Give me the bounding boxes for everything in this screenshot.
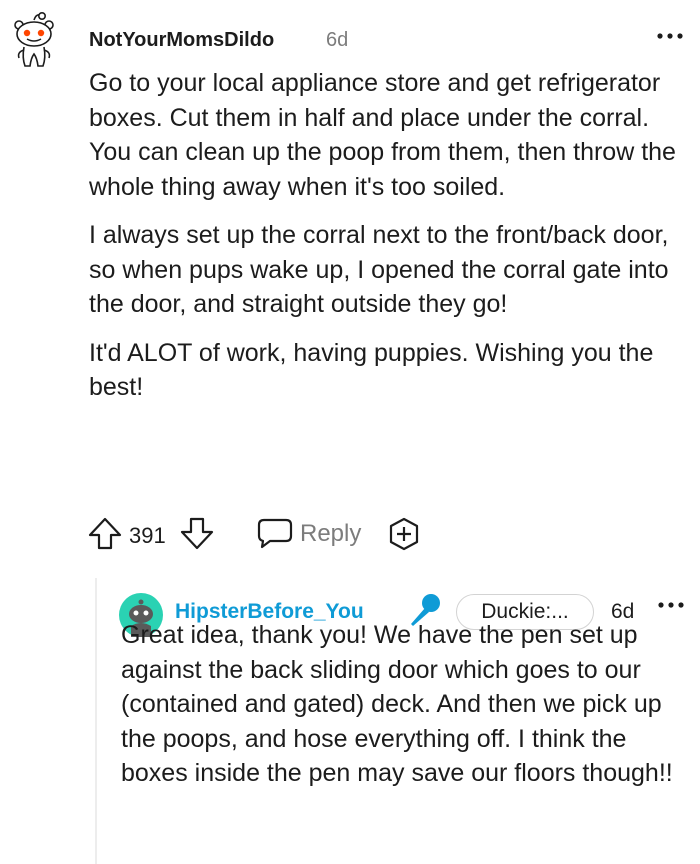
comment-paragraph: Go to your local appliance store and get… [89, 69, 676, 201]
upvote-arrow-icon[interactable] [86, 514, 124, 552]
comment-paragraph: It'd ALOT of work, having puppies. Wishi… [89, 338, 654, 402]
comment-paragraph: I always set up the corral next to the f… [89, 221, 669, 318]
vote-count: 391 [129, 523, 166, 548]
thread-line[interactable] [95, 578, 97, 864]
reply-body: Great idea, thank you! We have the pen s… [121, 621, 673, 787]
reply-button[interactable]: Reply [300, 520, 361, 548]
comment-age: 6d [326, 29, 349, 51]
add-award-icon[interactable] [386, 516, 422, 552]
downvote-arrow-icon[interactable] [178, 514, 216, 552]
more-options-icon[interactable] [655, 595, 691, 615]
comment-author[interactable]: NotYourMomsDildo [89, 29, 274, 52]
speech-bubble-icon[interactable] [256, 516, 294, 550]
comment-body: Go to your local appliance store and get… [89, 66, 689, 419]
comment-action-bar: 391 Reply [86, 510, 446, 554]
more-options-icon[interactable] [654, 26, 690, 46]
snoo-avatar-icon[interactable] [10, 10, 58, 70]
